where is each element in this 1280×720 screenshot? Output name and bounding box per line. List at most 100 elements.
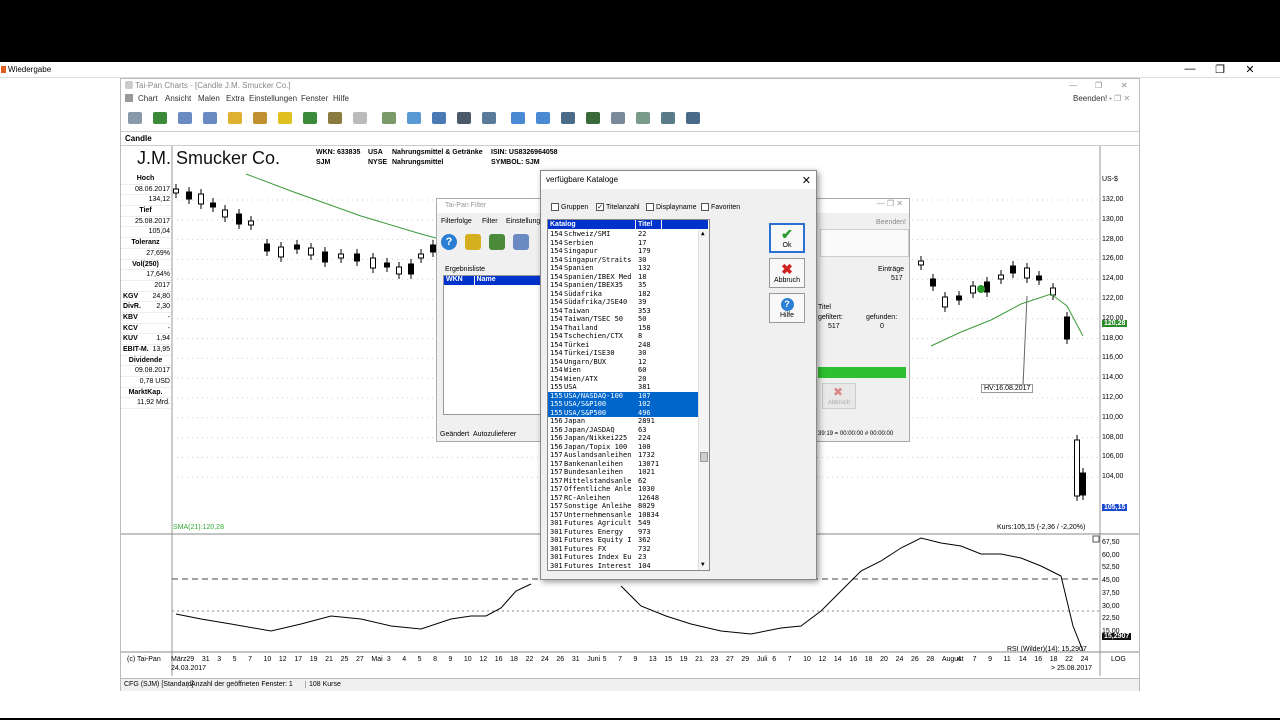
menu-ansicht[interactable]: Ansicht — [165, 94, 191, 103]
app-minimize-button[interactable]: — — [1069, 81, 1077, 90]
filter-run-icon[interactable] — [489, 234, 505, 250]
print-icon[interactable] — [454, 108, 474, 128]
catalog-row[interactable]: 154 Südafrika 182 — [548, 290, 698, 299]
indicator-icon[interactable] — [200, 108, 220, 128]
catalog-row[interactable]: 154 Wien 60 — [548, 366, 698, 375]
menu-fenster[interactable]: Fenster — [301, 94, 328, 103]
forward-icon[interactable] — [533, 108, 553, 128]
menu-extra[interactable]: Extra — [226, 94, 245, 103]
catalog-row[interactable]: 301 Futures Agricult 549 — [548, 519, 698, 528]
dialog-close-button[interactable]: ✕ — [802, 174, 811, 187]
catalog-row[interactable]: 154 Türkei 248 — [548, 341, 698, 350]
catalog-list[interactable]: Katalog Titel 154 Schweiz/SMI 22 154 Serbien… — [547, 219, 710, 571]
catalog-row[interactable]: 154 Südafrika/JSE40 39 — [548, 298, 698, 307]
open-icon[interactable] — [125, 108, 145, 128]
col-extra[interactable] — [662, 220, 709, 229]
check-titelanzahl[interactable]: ✓ Titelanzahl — [596, 203, 640, 211]
catalog-row[interactable]: 154 Spanien/IBEX35 35 — [548, 281, 698, 290]
tools-icon[interactable] — [250, 108, 270, 128]
catalog-row[interactable]: 155 USA/S&P100 102 — [548, 400, 698, 409]
progress-beenden[interactable]: Beenden! — [876, 219, 906, 226]
catalog-row[interactable]: 157 Sonstige Anleihe 8029 — [548, 502, 698, 511]
help-icon[interactable]: ? — [441, 234, 457, 250]
catalog-row[interactable]: 156 Japan/Topix 100 100 — [548, 443, 698, 452]
catalog-row[interactable]: 301 Futures FX 732 — [548, 545, 698, 554]
menu-hilfe[interactable]: Hilfe — [333, 94, 349, 103]
app-restore-button[interactable]: ❐ — [1095, 81, 1102, 90]
catalog-row[interactable]: 155 USA/S&P500 496 — [548, 408, 698, 417]
catalog-row[interactable]: 154 Ungarn/BUX 12 — [548, 358, 698, 367]
save-icon[interactable] — [479, 108, 499, 128]
catalog-row[interactable]: 157 Bundesanleihen 1021 — [548, 468, 698, 477]
catalog-row[interactable]: 301 Futures Energy 973 — [548, 528, 698, 537]
beenden-link[interactable]: Beenden! — [1073, 94, 1107, 103]
hilfe-button[interactable]: ? Hilfe — [769, 293, 805, 323]
menu-malen[interactable]: Malen — [198, 94, 220, 103]
catalog-row[interactable]: 301 Futures Equity I 362 — [548, 536, 698, 545]
catalog-row[interactable]: 157 Öffentliche Anle 1030 — [548, 485, 698, 494]
catalog-row[interactable]: 154 Schweiz/SMI 22 — [548, 230, 698, 239]
catalog-row[interactable]: 154 Singapur 179 — [548, 247, 698, 256]
col-titel[interactable]: Titel — [636, 220, 662, 229]
check-favoriten-box[interactable] — [701, 203, 709, 211]
check-gruppen[interactable]: Gruppen — [551, 203, 588, 211]
check-titelanzahl-box[interactable]: ✓ — [596, 203, 604, 211]
export-icon[interactable] — [429, 108, 449, 128]
filter-menu-filter[interactable]: Filter — [482, 218, 498, 225]
catalog-row[interactable]: 155 USA 381 — [548, 383, 698, 392]
catalog-row[interactable]: 157 Auslandsanleihen 1732 — [548, 451, 698, 460]
calc-icon[interactable] — [658, 108, 678, 128]
screen-icon[interactable] — [300, 108, 320, 128]
catalog-row[interactable]: 156 Japan/JASDAQ 63 — [548, 426, 698, 435]
catalog-row[interactable]: 154 Spanien 132 — [548, 264, 698, 273]
memo-icon[interactable] — [350, 108, 370, 128]
col-wkn[interactable]: WKN — [444, 276, 474, 285]
log-toggle[interactable]: LOG — [1111, 656, 1126, 663]
scroll-down-icon[interactable]: ▼ — [701, 561, 705, 568]
catalog-row[interactable]: 301 Futures Interest 104 — [548, 562, 698, 571]
catalog-row[interactable]: 156 Japan 2891 — [548, 417, 698, 426]
catalog-row[interactable]: 154 Serbien 17 — [548, 239, 698, 248]
check-displayname[interactable]: Displayname — [646, 203, 696, 211]
menu-einstellungen[interactable]: Einstellungen — [249, 94, 297, 103]
edit-icon[interactable] — [404, 108, 424, 128]
catalog-row[interactable]: 156 Japan/Nikkei225 224 — [548, 434, 698, 443]
pin-icon[interactable] — [583, 108, 603, 128]
draw-icon[interactable] — [325, 108, 345, 128]
catalog-row[interactable]: 155 USA/NASDAQ-100 107 — [548, 391, 698, 400]
mdi-controls[interactable]: ▪ ❐ ✕ — [1109, 94, 1130, 103]
catalog-row[interactable]: 154 Türkei/ISE30 30 — [548, 349, 698, 358]
list-icon[interactable] — [558, 108, 578, 128]
catalog-row[interactable]: 154 Taiwan 353 — [548, 307, 698, 316]
filter-icon[interactable] — [465, 234, 481, 250]
filter-menu-filterfolge[interactable]: Filterfolge — [441, 218, 472, 225]
filter-menu-einstellung[interactable]: Einstellung — [506, 218, 540, 225]
compare-icon[interactable] — [175, 108, 195, 128]
catalog-row[interactable]: 154 Tschechien/CTX 8 — [548, 332, 698, 341]
close-button[interactable]: ✕ — [1235, 63, 1265, 76]
col-katalog[interactable]: Katalog — [548, 220, 636, 229]
scroll-thumb[interactable] — [700, 452, 708, 462]
app-close-button[interactable]: ✕ — [1121, 81, 1128, 90]
catalog-row[interactable]: 154 Wien/ATX 20 — [548, 375, 698, 384]
folder-icon[interactable] — [225, 108, 245, 128]
catalog-scrollbar[interactable]: ▲ ▼ — [698, 230, 709, 570]
minimize-button[interactable]: — — [1175, 63, 1205, 75]
scroll-up-icon[interactable]: ▲ — [701, 230, 705, 237]
catalog-row[interactable]: 154 Singapur/Straits 30 — [548, 256, 698, 265]
check-favoriten[interactable]: Favoriten — [701, 203, 740, 211]
ok-button[interactable]: ✔ Ok — [769, 223, 805, 253]
catalog-row[interactable]: 157 Mittelstandsanle 62 — [548, 477, 698, 486]
signal-icon[interactable] — [683, 108, 703, 128]
catalog-row[interactable]: 157 RC-Anleihen 12648 — [548, 494, 698, 503]
back-icon[interactable] — [508, 108, 528, 128]
search-icon[interactable] — [379, 108, 399, 128]
scan-icon[interactable] — [633, 108, 653, 128]
abbruch-button[interactable]: ✖ Abbruch — [769, 258, 805, 288]
maximize-button[interactable]: ❐ — [1205, 63, 1235, 76]
tab-candle[interactable]: Candle — [125, 134, 152, 143]
catalog-row[interactable]: 157 Unternehmensanle 10834 — [548, 511, 698, 520]
check-displayname-box[interactable] — [646, 203, 654, 211]
chart-icon[interactable] — [150, 108, 170, 128]
check-gruppen-box[interactable] — [551, 203, 559, 211]
